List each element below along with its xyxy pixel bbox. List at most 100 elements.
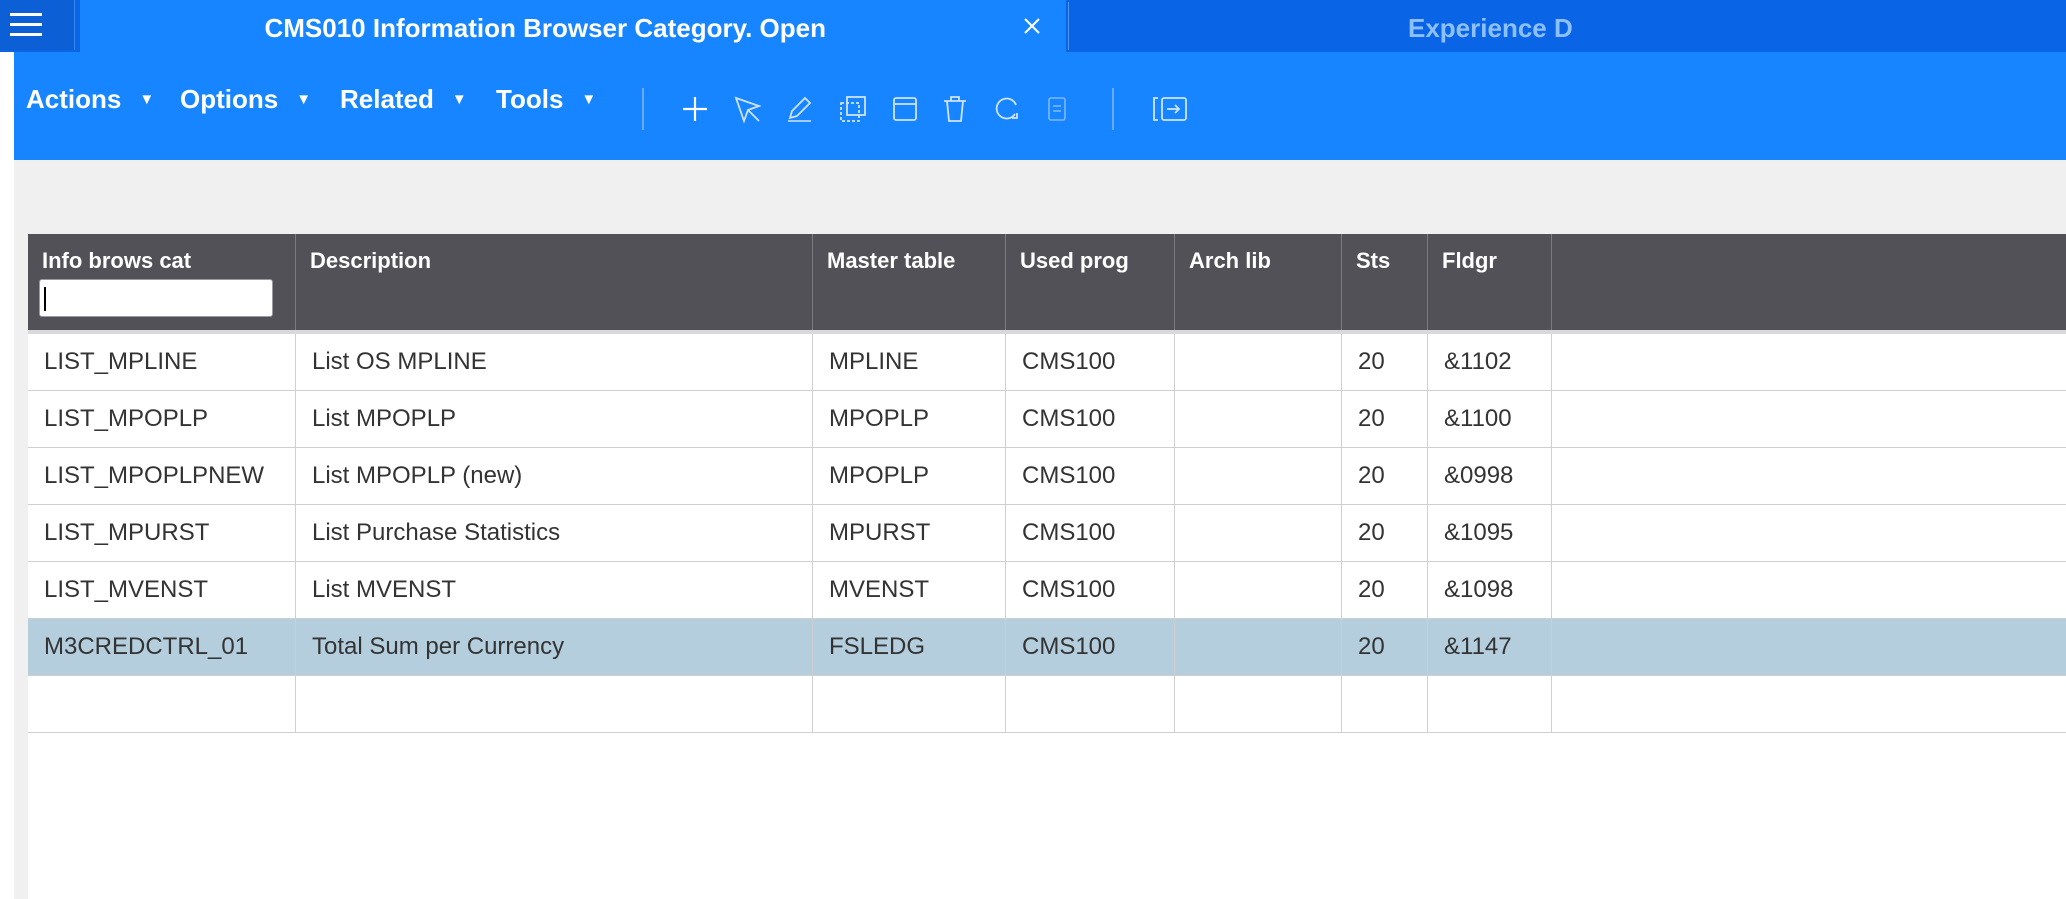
cell-arch-lib xyxy=(1175,562,1342,619)
cell-sts: 20 xyxy=(1342,448,1428,505)
cell-arch-lib xyxy=(1175,334,1342,391)
cell-sts: 20 xyxy=(1342,391,1428,448)
toolbar: Actions ▼ Options ▼ Related ▼ Tools ▼ xyxy=(14,52,2066,160)
cell-description xyxy=(296,676,813,733)
delete-icon[interactable] xyxy=(940,94,970,124)
column-header-label: Master table xyxy=(827,248,956,273)
tools-menu-label: Tools xyxy=(496,84,564,114)
table-row[interactable]: LIST_MPLINE List OS MPLINE MPLINE CMS100… xyxy=(28,334,2066,391)
actions-menu[interactable]: Actions ▼ xyxy=(26,84,154,115)
filter-input[interactable] xyxy=(39,279,273,317)
cell-master-table: MPOPLP xyxy=(813,391,1006,448)
select-icon[interactable] xyxy=(732,94,762,124)
cell-fldgr xyxy=(1428,676,1552,733)
display-icon[interactable] xyxy=(890,94,920,124)
table-row[interactable]: LIST_MPOPLPNEW List MPOPLP (new) MPOPLP … xyxy=(28,448,2066,505)
table-row[interactable]: LIST_MPOPLP List MPOPLP MPOPLP CMS100 20… xyxy=(28,391,2066,448)
cell-overflow xyxy=(1552,562,2066,619)
cell-used-prog: CMS100 xyxy=(1006,448,1175,505)
tab-title: CMS010 Information Browser Category. Ope… xyxy=(264,13,826,43)
title-bar: CMS010 Information Browser Category. Ope… xyxy=(0,0,2066,52)
cell-info-brows-cat: LIST_MVENST xyxy=(28,562,296,619)
cell-sts: 20 xyxy=(1342,619,1428,676)
cell-description: List Purchase Statistics xyxy=(296,505,813,562)
close-icon[interactable] xyxy=(1014,8,1050,44)
cell-overflow xyxy=(1552,448,2066,505)
chevron-down-icon: ▼ xyxy=(581,91,597,108)
tab-cms010[interactable]: CMS010 Information Browser Category. Ope… xyxy=(80,0,1066,52)
tools-menu[interactable]: Tools ▼ xyxy=(496,84,596,115)
copy-icon[interactable] xyxy=(838,94,868,124)
column-header-master-table[interactable]: Master table xyxy=(813,234,1006,330)
refresh-icon[interactable] xyxy=(992,94,1022,124)
actions-menu-label: Actions xyxy=(26,84,122,114)
grid-header: Info brows cat Description Master table … xyxy=(28,234,2066,330)
notes-icon[interactable] xyxy=(1042,94,1072,124)
cell-fldgr: &1098 xyxy=(1428,562,1552,619)
column-header-label: Fldgr xyxy=(1442,248,1497,273)
column-header-fldgr[interactable]: Fldgr xyxy=(1428,234,1552,330)
table-row[interactable]: LIST_MVENST List MVENST MVENST CMS100 20… xyxy=(28,562,2066,619)
cell-overflow xyxy=(1552,334,2066,391)
cell-master-table: MVENST xyxy=(813,562,1006,619)
cell-used-prog: CMS100 xyxy=(1006,505,1175,562)
cell-master-table: MPURST xyxy=(813,505,1006,562)
cell-description: List MVENST xyxy=(296,562,813,619)
cell-description: List MPOPLP xyxy=(296,391,813,448)
cell-info-brows-cat: LIST_MPOPLPNEW xyxy=(28,448,296,505)
cell-master-table: MPOPLP xyxy=(813,448,1006,505)
edit-icon[interactable] xyxy=(784,94,814,124)
cell-description: List OS MPLINE xyxy=(296,334,813,391)
cell-fldgr: &1100 xyxy=(1428,391,1552,448)
table-row[interactable]: LIST_MPURST List Purchase Statistics MPU… xyxy=(28,505,2066,562)
cell-arch-lib xyxy=(1175,448,1342,505)
cell-used-prog: CMS100 xyxy=(1006,391,1175,448)
toolbar-separator xyxy=(642,88,644,130)
cell-arch-lib xyxy=(1175,391,1342,448)
plus-icon[interactable] xyxy=(680,94,710,124)
tab-divider xyxy=(1068,2,1069,50)
cell-info-brows-cat: LIST_MPURST xyxy=(28,505,296,562)
cell-used-prog: CMS100 xyxy=(1006,334,1175,391)
cell-sts: 20 xyxy=(1342,334,1428,391)
column-header-info-brows-cat[interactable]: Info brows cat xyxy=(28,234,296,330)
column-header-label: Info brows cat xyxy=(42,248,192,273)
options-menu-label: Options xyxy=(180,84,279,114)
cell-description: List MPOPLP (new) xyxy=(296,448,813,505)
cell-fldgr: &0998 xyxy=(1428,448,1552,505)
hamburger-menu-icon[interactable] xyxy=(0,0,75,50)
cell-master-table xyxy=(813,676,1006,733)
chevron-down-icon: ▼ xyxy=(139,91,155,108)
column-header-sts[interactable]: Sts xyxy=(1342,234,1428,330)
cell-overflow xyxy=(1552,676,2066,733)
options-menu[interactable]: Options ▼ xyxy=(180,84,311,115)
cell-master-table: MPLINE xyxy=(813,334,1006,391)
tab-experience[interactable]: Experience D xyxy=(1408,0,1573,56)
cell-arch-lib xyxy=(1175,619,1342,676)
cell-info-brows-cat xyxy=(28,676,296,733)
cell-overflow xyxy=(1552,505,2066,562)
cell-arch-lib xyxy=(1175,676,1342,733)
column-header-arch-lib[interactable]: Arch lib xyxy=(1175,234,1342,330)
table-row-selected[interactable]: M3CREDCTRL_01 Total Sum per Currency FSL… xyxy=(28,619,2066,676)
cell-used-prog: CMS100 xyxy=(1006,562,1175,619)
text-cursor xyxy=(44,287,46,311)
column-header-description[interactable]: Description xyxy=(296,234,813,330)
cell-arch-lib xyxy=(1175,505,1342,562)
column-header-used-prog[interactable]: Used prog xyxy=(1006,234,1175,330)
cell-description: Total Sum per Currency xyxy=(296,619,813,676)
table-row-partial[interactable] xyxy=(28,676,2066,733)
cell-info-brows-cat: M3CREDCTRL_01 xyxy=(28,619,296,676)
column-header-label: Sts xyxy=(1356,248,1391,273)
column-header-label: Description xyxy=(310,248,432,273)
cell-used-prog xyxy=(1006,676,1175,733)
cell-info-brows-cat: LIST_MPLINE xyxy=(28,334,296,391)
related-menu-label: Related xyxy=(340,84,434,114)
cell-fldgr: &1095 xyxy=(1428,505,1552,562)
related-menu[interactable]: Related ▼ xyxy=(340,84,467,115)
panel-icon[interactable] xyxy=(1152,94,1192,124)
cell-fldgr: &1147 xyxy=(1428,619,1552,676)
toolbar-separator xyxy=(1112,88,1114,130)
chevron-down-icon: ▼ xyxy=(296,91,312,108)
cell-used-prog: CMS100 xyxy=(1006,619,1175,676)
